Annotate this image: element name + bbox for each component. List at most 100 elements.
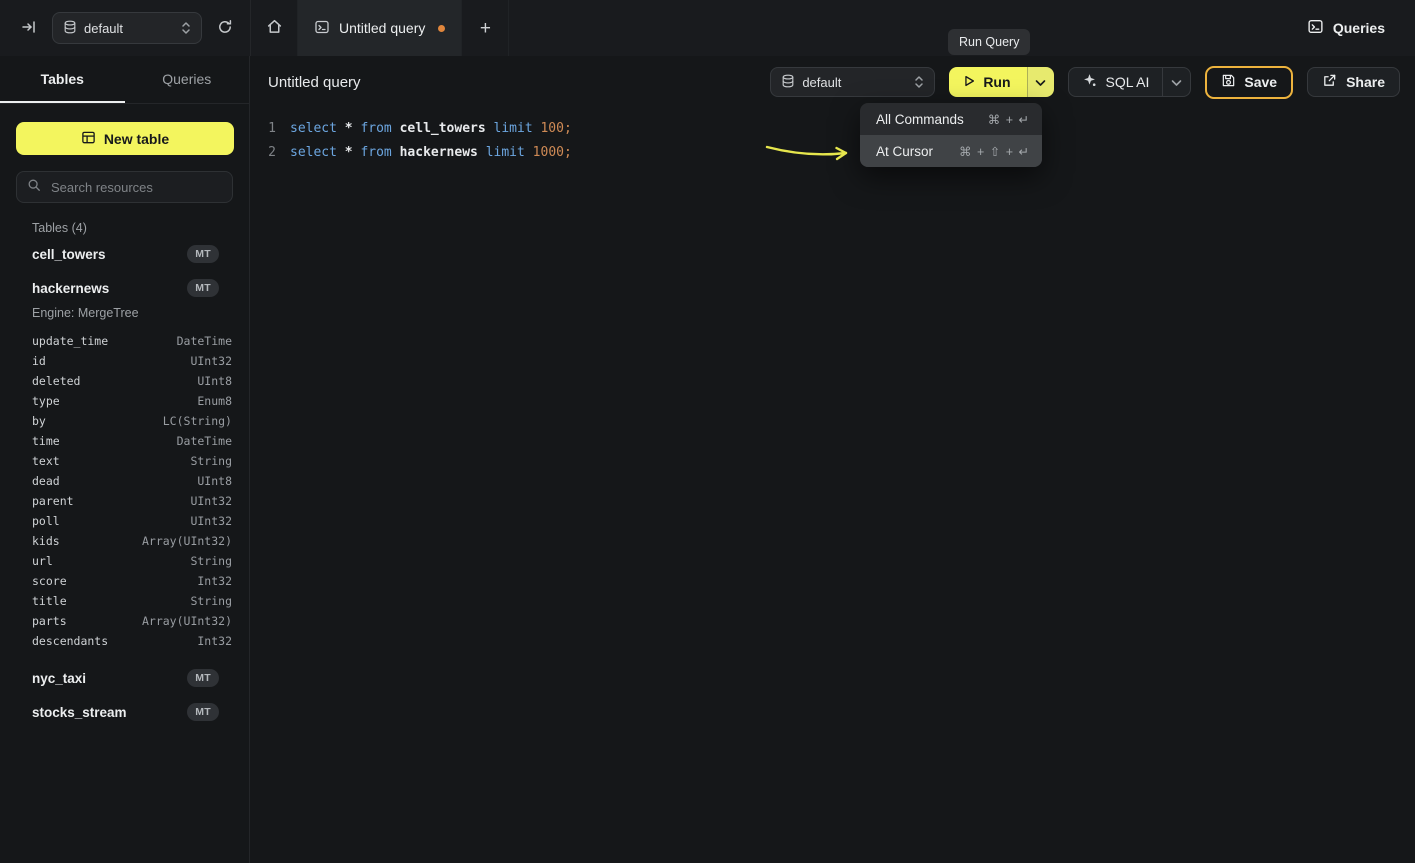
- app-root: default Untitled query: [0, 0, 1415, 863]
- save-button[interactable]: Save: [1205, 66, 1293, 99]
- sidebar: Tables Queries New table Tables (4) cell…: [0, 56, 250, 863]
- queries-button-label: Queries: [1333, 20, 1385, 36]
- home-icon: [266, 18, 283, 38]
- menu-item-label: At Cursor: [876, 144, 933, 159]
- column-name: time: [32, 434, 60, 448]
- table-row-cell-towers[interactable]: cell_towers MT: [0, 239, 249, 269]
- sql-ai-caret[interactable]: [1162, 68, 1190, 96]
- column-row[interactable]: update_timeDateTime: [0, 331, 249, 351]
- save-icon: [1221, 73, 1236, 91]
- tab-home[interactable]: [251, 0, 298, 56]
- table-name: stocks_stream: [32, 705, 127, 720]
- table-row-stocks-stream[interactable]: stocks_stream MT: [0, 697, 249, 727]
- column-name: title: [32, 594, 67, 608]
- engine-badge: MT: [187, 703, 219, 721]
- query-controls: default Run: [770, 66, 1400, 99]
- topbar-database-selector[interactable]: default: [52, 12, 202, 44]
- column-list: update_timeDateTimeidUInt32deletedUInt8t…: [0, 331, 249, 651]
- column-row[interactable]: descendants Int32: [0, 631, 249, 651]
- sidebar-tab-queries[interactable]: Queries: [125, 56, 250, 103]
- column-name: dead: [32, 474, 60, 488]
- column-type: Int32: [197, 574, 232, 588]
- column-name: by: [32, 414, 46, 428]
- column-name: update_time: [32, 334, 108, 348]
- sql-editor[interactable]: 1select * from cell_towers limit 100;2se…: [250, 108, 1415, 164]
- engine-badge: MT: [187, 279, 219, 297]
- column-row[interactable]: url String: [0, 551, 249, 571]
- play-icon: [962, 74, 976, 91]
- menu-item-all-commands[interactable]: All Commands ⌘ + ↵: [860, 103, 1042, 135]
- column-row[interactable]: titleString: [0, 591, 249, 611]
- column-type: UInt32: [190, 514, 232, 528]
- column-name: url: [32, 554, 53, 568]
- column-name: parent: [32, 494, 74, 508]
- tables-section-title: Tables (4): [32, 221, 233, 235]
- menu-item-at-cursor[interactable]: At Cursor ⌘ + ⇧ + ↵: [860, 135, 1042, 167]
- plus-icon: +: [480, 19, 491, 38]
- column-name: kids: [32, 534, 60, 548]
- column-type: Int32: [197, 634, 232, 648]
- run-button[interactable]: Run: [949, 67, 1026, 97]
- column-row[interactable]: parent UInt32: [0, 491, 249, 511]
- new-tab-button[interactable]: +: [462, 0, 509, 56]
- column-type: Array(UInt32): [142, 534, 232, 548]
- table-row-nyc-taxi[interactable]: nyc_taxi MT: [0, 663, 249, 693]
- table-grid-icon: [81, 130, 96, 148]
- column-row[interactable]: score Int32: [0, 571, 249, 591]
- column-row[interactable]: timeDateTime: [0, 431, 249, 451]
- table-row-hackernews[interactable]: hackernews MT: [0, 273, 249, 303]
- search-icon: [27, 178, 41, 197]
- run-button-label: Run: [983, 74, 1010, 90]
- sql-ai-button[interactable]: SQL AI: [1068, 67, 1192, 97]
- refresh-button[interactable]: [212, 15, 238, 41]
- search-box: [16, 171, 233, 203]
- column-type: UInt32: [190, 494, 232, 508]
- engine-badge: MT: [187, 245, 219, 263]
- column-name: descendants: [32, 634, 108, 648]
- column-row[interactable]: idUInt32: [0, 351, 249, 371]
- new-table-button[interactable]: New table: [16, 122, 234, 155]
- code-text: select * from hackernews limit 1000;: [290, 145, 572, 160]
- query-database-value: default: [802, 75, 841, 90]
- column-type: UInt8: [197, 474, 232, 488]
- column-row[interactable]: textString: [0, 451, 249, 471]
- run-options-caret[interactable]: [1027, 67, 1054, 97]
- column-row[interactable]: dead UInt8: [0, 471, 249, 491]
- topbar-left: default: [0, 12, 250, 44]
- column-row[interactable]: kids Array(UInt32): [0, 531, 249, 551]
- run-split-button: Run: [949, 67, 1053, 97]
- column-type: Enum8: [197, 394, 232, 408]
- column-row[interactable]: pollUInt32: [0, 511, 249, 531]
- column-row[interactable]: typeEnum8: [0, 391, 249, 411]
- column-row[interactable]: partsArray(UInt32): [0, 611, 249, 631]
- chevron-updown-icon: [181, 21, 191, 35]
- column-type: UInt8: [197, 374, 232, 388]
- chevron-updown-icon: [914, 75, 924, 89]
- menu-item-shortcut: ⌘ + ⇧ + ↵: [959, 144, 1030, 159]
- queries-button[interactable]: Queries: [1301, 17, 1391, 39]
- code-text: select * from cell_towers limit 100;: [290, 121, 572, 136]
- search-input[interactable]: [49, 179, 222, 196]
- menu-item-label: All Commands: [876, 112, 964, 127]
- collapse-sidebar-icon: [21, 19, 37, 38]
- engine-badge: MT: [187, 669, 219, 687]
- column-name: score: [32, 574, 67, 588]
- new-table-label: New table: [104, 131, 169, 147]
- collapse-sidebar-button[interactable]: [16, 15, 42, 41]
- column-row[interactable]: by LC(String): [0, 411, 249, 431]
- query-database-selector[interactable]: default: [770, 67, 935, 97]
- column-type: String: [190, 554, 232, 568]
- sidebar-tab-tables[interactable]: Tables: [0, 56, 125, 103]
- column-type: LC(String): [163, 414, 232, 428]
- share-button[interactable]: Share: [1307, 67, 1400, 97]
- tab-label: Untitled query: [339, 20, 425, 36]
- tab-untitled-query[interactable]: Untitled query: [298, 0, 462, 56]
- line-number: 2: [250, 145, 276, 160]
- column-type: String: [190, 454, 232, 468]
- editor-lines: 1select * from cell_towers limit 100;2se…: [250, 116, 1415, 164]
- run-options-menu: All Commands ⌘ + ↵ At Cursor ⌘ + ⇧ + ↵: [860, 103, 1042, 167]
- sparkle-icon: [1082, 73, 1097, 91]
- query-tabs: Untitled query +: [250, 0, 509, 56]
- column-row[interactable]: deletedUInt8: [0, 371, 249, 391]
- sidebar-tabs: Tables Queries: [0, 56, 249, 104]
